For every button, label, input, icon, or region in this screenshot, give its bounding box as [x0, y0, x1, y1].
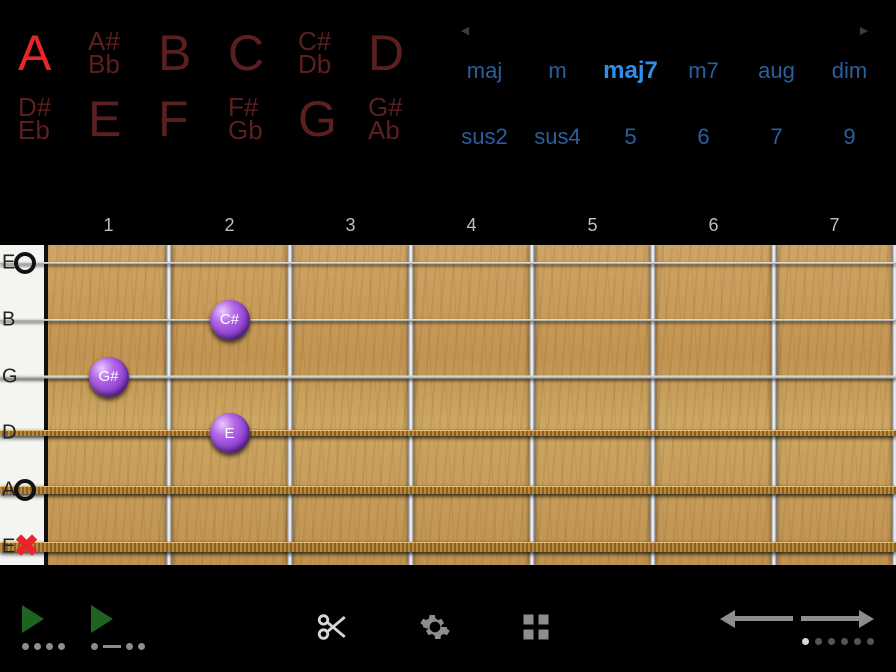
- fret-number: 4: [411, 215, 532, 236]
- root-note-E[interactable]: E: [88, 97, 148, 142]
- root-note-G#[interactable]: G#Ab: [368, 96, 428, 143]
- play-chord-button[interactable]: [22, 605, 65, 650]
- grid-icon[interactable]: [521, 612, 551, 642]
- string-2[interactable]: [0, 310, 896, 330]
- string-3[interactable]: [0, 367, 896, 387]
- root-note-A#[interactable]: A#Bb: [88, 30, 148, 77]
- root-note-F[interactable]: F: [158, 97, 218, 142]
- fret-wire: [650, 245, 656, 565]
- pager-dot[interactable]: [867, 638, 874, 645]
- fret-wire: [287, 245, 293, 565]
- string-label: B: [0, 308, 44, 331]
- open-string-icon: [14, 479, 36, 501]
- finger-dot[interactable]: E: [210, 413, 250, 453]
- root-note-F#[interactable]: F#Gb: [228, 96, 288, 143]
- quality-6[interactable]: 6: [667, 124, 740, 150]
- quality-maj[interactable]: maj: [448, 58, 521, 84]
- string-label: G: [0, 365, 44, 388]
- root-note-D#[interactable]: D#Eb: [18, 96, 78, 143]
- root-note-B[interactable]: B: [158, 31, 218, 76]
- nut: [0, 245, 48, 565]
- quality-aug[interactable]: aug: [740, 58, 813, 84]
- quality-maj7[interactable]: maj7: [594, 57, 667, 85]
- scissors-icon[interactable]: [315, 610, 349, 644]
- next-voicing-button[interactable]: [801, 610, 874, 628]
- open-string-icon: [14, 252, 36, 274]
- quality-dim[interactable]: dim: [813, 58, 886, 84]
- quality-m[interactable]: m: [521, 58, 594, 84]
- fret-wire: [166, 245, 172, 565]
- quality-sus2[interactable]: sus2: [448, 124, 521, 150]
- root-note-C#[interactable]: C#Db: [298, 30, 358, 77]
- pager-dot[interactable]: [815, 638, 822, 645]
- finger-dot[interactable]: G#: [89, 357, 129, 397]
- root-note-A[interactable]: A: [18, 31, 78, 76]
- fret-number: 1: [48, 215, 169, 236]
- finger-dot[interactable]: C#: [210, 300, 250, 340]
- fretboard[interactable]: EBGDAE✖ C#G#E: [0, 245, 896, 565]
- pager-dot[interactable]: [802, 638, 809, 645]
- fret-number: 5: [532, 215, 653, 236]
- fretboard-wood: [48, 245, 896, 565]
- pager-dot[interactable]: [841, 638, 848, 645]
- quality-7[interactable]: 7: [740, 124, 813, 150]
- string-4[interactable]: [0, 423, 896, 443]
- string-5[interactable]: [0, 480, 896, 500]
- quality-sus4[interactable]: sus4: [521, 124, 594, 150]
- root-note-G[interactable]: G: [298, 97, 358, 142]
- voicing-pager: [802, 638, 874, 645]
- gear-icon[interactable]: [419, 611, 451, 643]
- quality-page-left[interactable]: ◄: [458, 22, 472, 38]
- fret-wire: [771, 245, 777, 565]
- fret-number: 7: [774, 215, 895, 236]
- fret-wire: [892, 245, 896, 565]
- prev-voicing-button[interactable]: [720, 610, 793, 628]
- quality-9[interactable]: 9: [813, 124, 886, 150]
- pager-dot[interactable]: [854, 638, 861, 645]
- pager-dot[interactable]: [828, 638, 835, 645]
- play-arpeggio-button[interactable]: [91, 605, 145, 650]
- fret-wire: [529, 245, 535, 565]
- quality-5[interactable]: 5: [594, 124, 667, 150]
- string-1[interactable]: [0, 253, 896, 273]
- string-6[interactable]: [0, 537, 896, 557]
- toolbar: [0, 582, 896, 672]
- muted-string-icon: ✖: [14, 532, 39, 562]
- quality-page-right[interactable]: ►: [857, 22, 871, 38]
- quality-m7[interactable]: m7: [667, 58, 740, 84]
- fret-wire: [408, 245, 414, 565]
- fret-number: 6: [653, 215, 774, 236]
- root-note-C[interactable]: C: [228, 31, 288, 76]
- string-label: D: [0, 422, 44, 445]
- root-note-D[interactable]: D: [368, 31, 428, 76]
- fret-number: 2: [169, 215, 290, 236]
- fret-number: 3: [290, 215, 411, 236]
